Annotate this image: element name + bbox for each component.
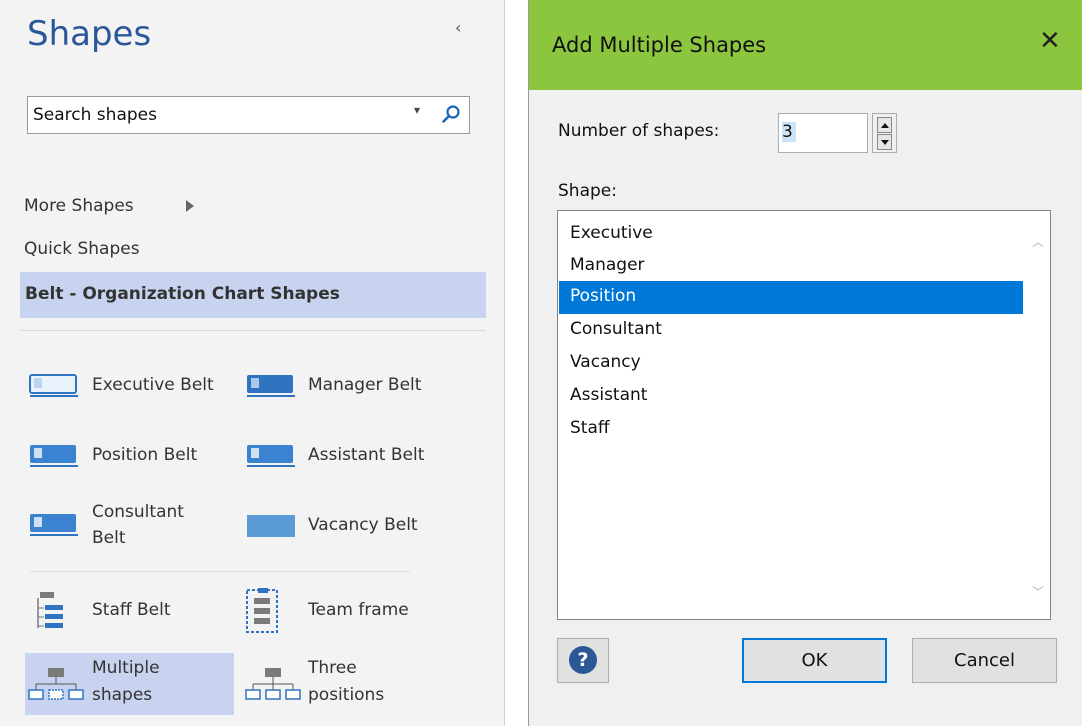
shape-list-label: Shape: [558,181,617,201]
shape-label-line1: Consultant [92,502,184,522]
help-icon: ? [569,646,597,674]
manager-belt-icon [247,375,295,397]
scroll-up-icon[interactable]: ︿ [1032,233,1044,250]
shape-label: Staff Belt [92,600,171,620]
list-item-selected[interactable]: Position [559,281,1023,314]
three-positions-icon [245,668,301,700]
executive-belt-icon [29,374,78,397]
nav-more-shapes[interactable]: More Shapes [24,196,134,216]
shape-label: Manager Belt [308,375,422,395]
cancel-button[interactable]: Cancel [912,638,1057,683]
number-of-shapes-label: Number of shapes: [558,121,720,141]
list-item[interactable]: Assistant [559,380,1023,413]
list-item[interactable]: Executive [559,218,1023,251]
shape-three-positions[interactable]: Three positions [245,656,445,712]
shape-label-line2: positions [308,685,385,705]
divider [20,330,486,331]
shapes-pane: Shapes ‹ Search shapes ▾ More Shapes Qui… [0,0,505,726]
consultant-belt-icon [30,514,78,536]
dialog-title: Add Multiple Shapes [552,33,767,57]
shape-label: Assistant Belt [308,445,425,465]
vacancy-belt-icon [247,515,295,537]
shape-label-line1: Multiple [92,658,160,678]
shape-manager-belt[interactable]: Manager Belt [245,373,445,403]
list-item[interactable]: Staff [559,413,1023,446]
ok-button[interactable]: OK [742,638,887,683]
number-of-shapes-value: 3 [782,122,796,142]
shape-team-frame[interactable]: Team frame [245,588,445,633]
staff-belt-icon [37,592,63,628]
stencil-label: Belt - Organization Chart Shapes [25,284,340,304]
shape-vacancy-belt[interactable]: Vacancy Belt [245,513,445,543]
list-item[interactable]: Manager [559,250,1023,283]
close-icon[interactable]: ✕ [1039,26,1061,56]
dialog-title-bar[interactable]: Add Multiple Shapes ✕ [529,0,1082,90]
nav-quick-shapes[interactable]: Quick Shapes [24,239,140,259]
stencil-belt-org-chart[interactable]: Belt - Organization Chart Shapes [20,272,486,318]
chevron-right-icon[interactable] [186,200,194,212]
collapse-pane-icon[interactable]: ‹ [455,18,461,37]
number-spinner [872,113,897,153]
shape-label-line1: Three [308,658,357,678]
list-item[interactable]: Vacancy [559,347,1023,380]
shape-consultant-belt[interactable]: Consultant Belt [28,500,238,552]
divider [30,571,410,572]
add-multiple-shapes-dialog: Add Multiple Shapes ✕ Number of shapes: … [528,0,1082,726]
shape-assistant-belt[interactable]: Assistant Belt [245,443,445,473]
search-input[interactable]: Search shapes ▾ [27,96,470,134]
number-of-shapes-input[interactable]: 3 [778,113,868,153]
pane-title: Shapes [27,14,152,54]
multiple-shapes-icon [28,668,84,700]
shape-label-line2: Belt [92,528,126,548]
search-icon[interactable] [441,104,461,128]
shape-label: Vacancy Belt [308,515,418,535]
shape-position-belt[interactable]: Position Belt [28,443,238,473]
assistant-belt-icon [247,445,295,467]
shape-label: Executive Belt [92,375,214,395]
shape-executive-belt[interactable]: Executive Belt [28,373,238,403]
shape-label: Position Belt [92,445,198,465]
shape-label-line2: shapes [92,685,153,705]
spinner-down-icon[interactable] [877,134,892,150]
scroll-down-icon[interactable]: ﹀ [1032,583,1044,600]
search-placeholder: Search shapes [33,105,157,125]
shape-staff-belt[interactable]: Staff Belt [28,592,238,628]
shape-listbox[interactable]: Executive Manager Position Consultant Va… [557,210,1051,620]
spinner-up-icon[interactable] [877,117,892,133]
list-item[interactable]: Consultant [559,314,1023,347]
help-button[interactable]: ? [557,638,609,683]
position-belt-icon [30,445,78,467]
shape-label: Team frame [308,600,409,620]
shape-multiple-shapes[interactable]: Multiple shapes [28,656,233,712]
team-frame-icon [246,588,278,633]
search-dropdown-icon[interactable]: ▾ [414,103,420,117]
